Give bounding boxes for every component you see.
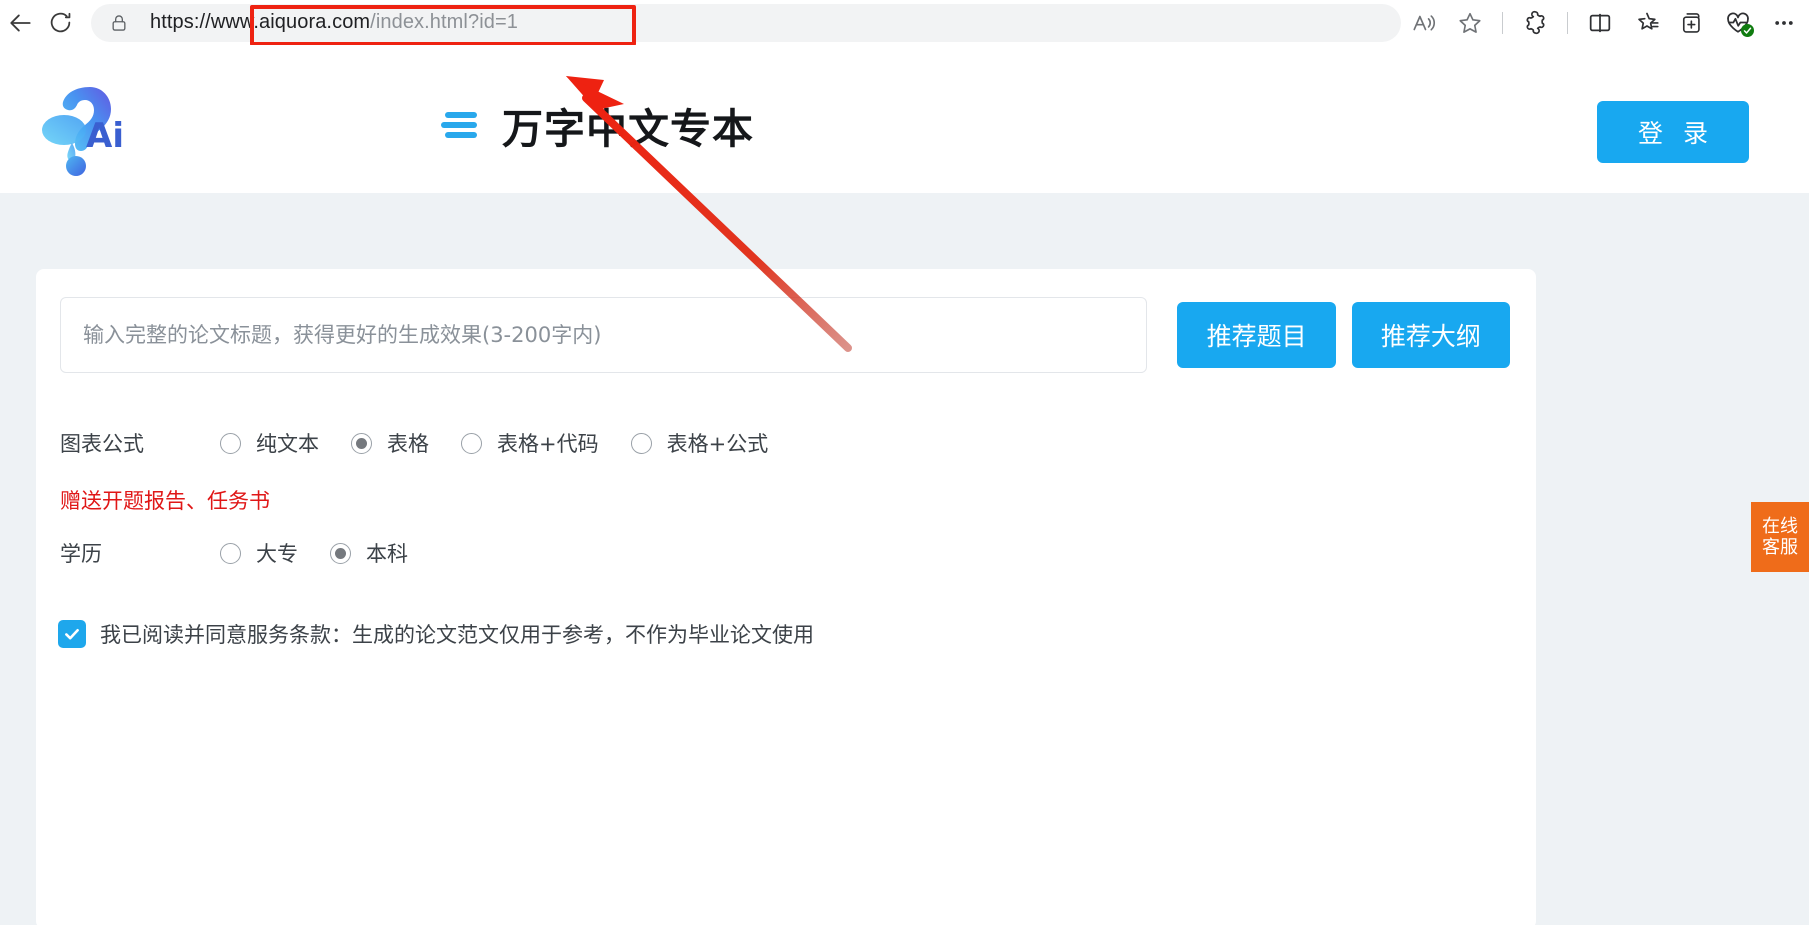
degree-row-label: 学历	[60, 542, 102, 566]
radio-degree-college[interactable]: 大专	[220, 538, 298, 568]
toolbar-divider-right	[1567, 11, 1568, 34]
radio-label: 纯文本	[256, 432, 319, 456]
radio-label: 本科	[366, 542, 408, 566]
page-body: 推荐题目 推荐大纲 图表公式 纯文本 表格 表格+代码	[0, 193, 1809, 925]
site-header: Ai 万字中文专本 登 录	[0, 45, 1809, 193]
online-support-tab[interactable]: 在线 客服	[1751, 502, 1809, 572]
browser-toolbar: https://www.aiquora.com/index.html?id=1	[0, 0, 1809, 46]
radio-label: 表格+公式	[666, 432, 769, 456]
radio-format-plaintext[interactable]: 纯文本	[220, 428, 319, 458]
recommend-outline-button[interactable]: 推荐大纲	[1351, 302, 1510, 368]
collections-icon[interactable]	[1623, 3, 1669, 43]
radio-dot-icon	[461, 432, 482, 454]
svg-text:Ai: Ai	[86, 116, 124, 156]
agreement-checkbox[interactable]	[58, 620, 86, 648]
format-row-label: 图表公式	[60, 432, 144, 456]
hamburger-menu-icon[interactable]	[440, 106, 482, 144]
agreement-text: 我已阅读并同意服务条款：生成的论文范文仅用于参考，不作为毕业论文使用	[100, 623, 814, 647]
address-bar[interactable]: https://www.aiquora.com/index.html?id=1	[91, 3, 1401, 42]
radio-format-table-formula[interactable]: 表格+公式	[630, 428, 769, 458]
read-aloud-icon[interactable]	[1401, 3, 1447, 43]
browser-essentials-icon[interactable]	[1715, 3, 1761, 43]
toolbar-divider-left	[1502, 11, 1503, 34]
settings-more-icon[interactable]	[1761, 3, 1807, 43]
login-button[interactable]: 登 录	[1597, 101, 1749, 163]
paper-title-input[interactable]	[60, 297, 1148, 373]
health-check-badge	[1741, 23, 1754, 37]
favorite-star-icon[interactable]	[1447, 3, 1493, 43]
radio-dot-icon	[330, 542, 351, 564]
lock-icon[interactable]	[109, 13, 129, 33]
page-title: 万字中文专本	[502, 105, 754, 153]
radio-format-table[interactable]: 表格	[351, 428, 429, 458]
address-bar-container: https://www.aiquora.com/index.html?id=1	[91, 3, 1401, 46]
site-logo[interactable]: Ai	[28, 73, 138, 178]
title-input-row: 推荐题目 推荐大纲	[60, 297, 1510, 373]
reload-icon[interactable]	[48, 6, 73, 40]
radio-dot-icon	[220, 432, 241, 454]
browser-actions	[1401, 0, 1807, 45]
radio-dot-icon	[220, 542, 241, 564]
url-path: /index.html?id=1	[370, 11, 518, 33]
format-option-row: 图表公式 纯文本 表格 表格+代码 表格+公式	[60, 425, 800, 461]
recommend-topic-button[interactable]: 推荐题目	[1177, 302, 1336, 368]
url-text[interactable]: https://www.aiquora.com/index.html?id=1	[150, 11, 518, 34]
radio-format-table-code[interactable]: 表格+代码	[461, 428, 599, 458]
promo-text: 赠送开题报告、任务书	[60, 489, 270, 513]
support-tab-line2: 客服	[1762, 537, 1798, 558]
brand-block: 万字中文专本	[440, 95, 754, 155]
radio-label: 表格+代码	[497, 432, 599, 456]
split-screen-icon[interactable]	[1577, 3, 1623, 43]
degree-option-row: 学历 大专 本科	[60, 535, 440, 571]
radio-dot-icon	[630, 432, 652, 454]
support-tab-line1: 在线	[1762, 515, 1798, 537]
back-arrow-icon[interactable]	[8, 6, 34, 40]
screenshot-root: https://www.aiquora.com/index.html?id=1	[0, 0, 1809, 925]
add-tab-group-icon[interactable]	[1669, 3, 1715, 43]
radio-degree-bachelor[interactable]: 本科	[330, 538, 408, 568]
generator-form-card: 推荐题目 推荐大纲 图表公式 纯文本 表格 表格+代码	[36, 269, 1536, 925]
url-origin: https://www.aiquora.com	[150, 11, 371, 33]
radio-label: 表格	[387, 432, 429, 456]
radio-dot-icon	[351, 432, 372, 454]
extensions-icon[interactable]	[1512, 3, 1558, 43]
radio-label: 大专	[256, 542, 298, 566]
agreement-row[interactable]: 我已阅读并同意服务条款：生成的论文范文仅用于参考，不作为毕业论文使用	[58, 619, 814, 649]
